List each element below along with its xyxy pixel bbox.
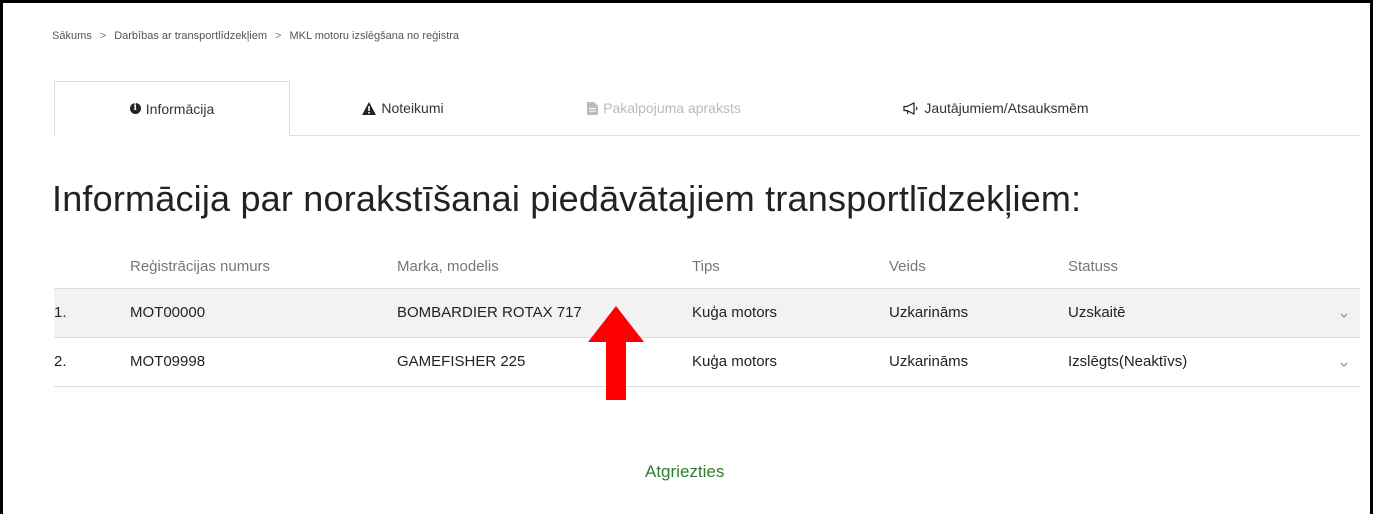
registration-number: MOT00000 (130, 304, 206, 321)
row-number: 1. (54, 304, 67, 321)
breadcrumb-separator: > (275, 30, 282, 42)
vehicle-type: Kuģa motors (692, 353, 778, 370)
back-link[interactable]: Atgriezties (645, 462, 724, 482)
column-header-kind: Veids (889, 258, 926, 275)
column-header-make-model: Marka, modelis (397, 258, 499, 275)
status: Izslēgts(Neaktīvs) (1068, 353, 1188, 370)
breadcrumb-home[interactable]: Sākums (52, 30, 92, 42)
vehicle-table: Reģistrācijas numurs Marka, modelis Tips… (54, 245, 1360, 387)
table-header-row: Reģistrācijas numurs Marka, modelis Tips… (54, 245, 1360, 289)
table-row[interactable]: 1. MOT00000 BOMBARDIER ROTAX 717 Kuģa mo… (54, 289, 1360, 338)
row-number: 2. (54, 353, 67, 370)
info-circle-icon: i (129, 103, 141, 114)
megaphone-icon (903, 101, 918, 115)
breadcrumb-vehicle-actions[interactable]: Darbības ar transportlīdzekļiem (114, 30, 267, 42)
chevron-down-icon[interactable] (1338, 358, 1350, 370)
tab-label: Informācija (145, 100, 215, 117)
document-icon (587, 101, 599, 115)
tab-label: Noteikumi (381, 100, 444, 116)
vehicle-kind: Uzkarināms (889, 304, 969, 321)
tab-service-description[interactable]: Pakalpojuma apraksts (516, 81, 812, 135)
column-header-status: Statuss (1068, 258, 1119, 275)
tab-rules[interactable]: Noteikumi (290, 81, 516, 135)
make-model: GAMEFISHER 225 (397, 353, 526, 370)
column-header-type: Tips (692, 258, 720, 275)
warning-triangle-icon (362, 101, 377, 115)
chevron-down-icon[interactable] (1338, 309, 1350, 321)
tab-bar: i Informācija Noteikumi Pakalpojuma apra… (54, 81, 1360, 136)
page-title: Informācija par norakstīšanai piedāvātaj… (52, 178, 1082, 219)
tab-information[interactable]: i Informācija (54, 81, 290, 136)
vehicle-kind: Uzkarināms (889, 353, 969, 370)
tab-label: Jautājumiem/Atsauksmēm (924, 100, 1089, 116)
status: Uzskaitē (1068, 304, 1126, 321)
column-header-registration: Reģistrācijas numurs (130, 258, 271, 275)
annotation-arrow-up (588, 306, 644, 400)
tab-feedback[interactable]: Jautājumiem/Atsauksmēm (812, 81, 1180, 135)
breadcrumb-separator: > (99, 30, 107, 42)
vehicle-type: Kuģa motors (692, 304, 778, 321)
make-model: BOMBARDIER ROTAX 717 (397, 304, 582, 321)
breadcrumb-current: MKL motoru izslēgšana no reģistra (289, 30, 460, 42)
breadcrumb: Sākums > Darbības ar transportlīdzekļiem… (52, 30, 459, 42)
registration-number: MOT09998 (130, 353, 206, 370)
tab-label: Pakalpojuma apraksts (603, 100, 741, 116)
table-row[interactable]: 2. MOT09998 GAMEFISHER 225 Kuģa motors U… (54, 338, 1360, 387)
